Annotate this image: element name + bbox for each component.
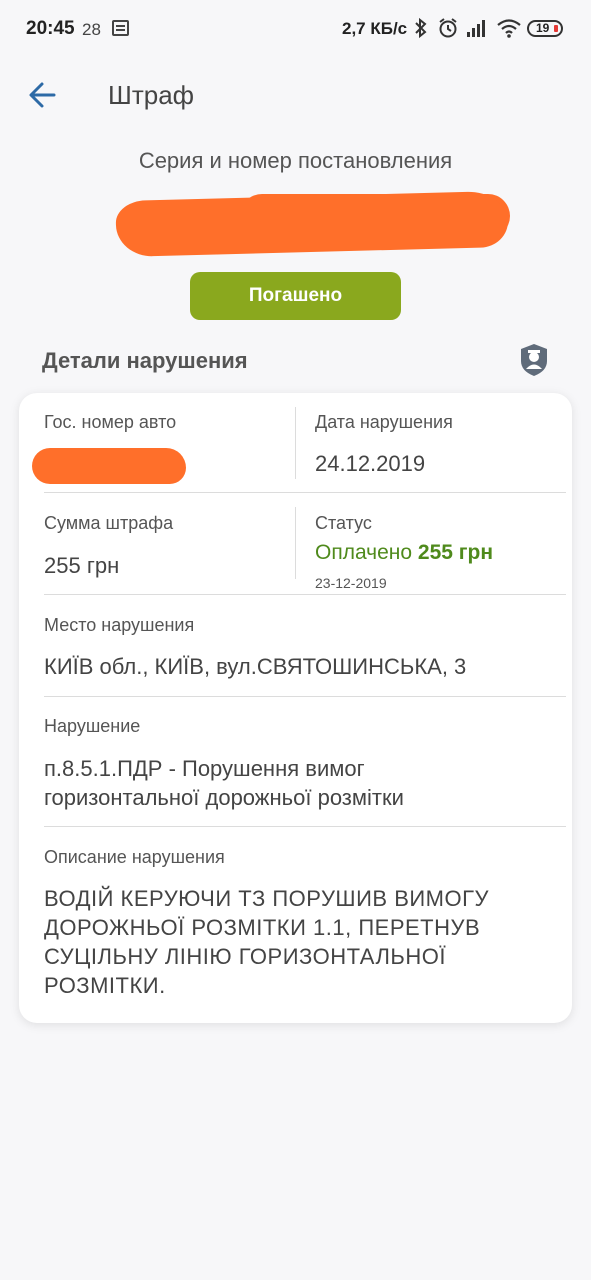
place-label: Место нарушения: [44, 615, 195, 635]
calendar-icon: [112, 20, 129, 36]
back-arrow-icon: [29, 82, 56, 108]
police-badge-icon[interactable]: [518, 343, 550, 377]
plate-label: Гос. номер авто: [44, 412, 177, 432]
status-text: Оплачено: [315, 541, 413, 564]
status-bar: 20:45 28 2,7 КБ/с 19: [0, 0, 591, 58]
violation-value: п.8.5.1.ПДР - Порушення вимог горизонтал…: [44, 756, 404, 810]
signal-icon: [467, 20, 485, 37]
place-value: КИЇВ обл., КИЇВ, вул.СВЯТОШИНСЬКА, 3: [44, 654, 467, 679]
status-date: 28: [82, 20, 101, 39]
page-title: Штраф: [108, 80, 195, 110]
description-value: ВОДІЙ КЕРУЮЧИ ТЗ ПОРУШИВ ВИМОГУ ДОРОЖНЬО…: [44, 886, 490, 998]
divider: [44, 826, 566, 827]
divider: [295, 407, 296, 479]
violation-date-label: Дата нарушения: [315, 412, 453, 432]
violation-date-value: 24.12.2019: [315, 451, 426, 476]
redacted-series-number-mark: [115, 190, 509, 258]
details-heading: Детали нарушения: [42, 348, 248, 373]
fine-sum-value: 255 грн: [44, 553, 120, 578]
bluetooth-icon: [415, 17, 427, 39]
divider: [44, 492, 566, 493]
network-speed: 2,7 КБ/с: [342, 19, 408, 38]
status-date: 23-12-2019: [315, 575, 387, 591]
description-label: Описание нарушения: [44, 847, 225, 867]
divider: [44, 696, 566, 697]
wifi-icon: [497, 19, 521, 38]
violation-label: Нарушение: [44, 716, 141, 736]
violation-details-card: Гос. номер авто Дата нарушения 24.12.201…: [19, 393, 572, 1023]
redacted-plate-number: [32, 448, 186, 484]
fine-sum-label: Сумма штрафа: [44, 513, 174, 533]
status-amount: 255 грн: [417, 541, 494, 564]
status-label: Статус: [315, 513, 372, 533]
status-value: Оплачено 255 грн: [315, 541, 493, 565]
status-time: 20:45: [26, 18, 75, 39]
divider: [295, 507, 296, 579]
divider: [44, 594, 566, 595]
back-button[interactable]: [26, 78, 60, 112]
paid-status-button[interactable]: Погашено: [190, 272, 401, 320]
series-number-label: Серия и номер постановления: [138, 148, 453, 173]
alarm-icon: [439, 18, 457, 38]
battery-icon: 19: [527, 20, 563, 37]
